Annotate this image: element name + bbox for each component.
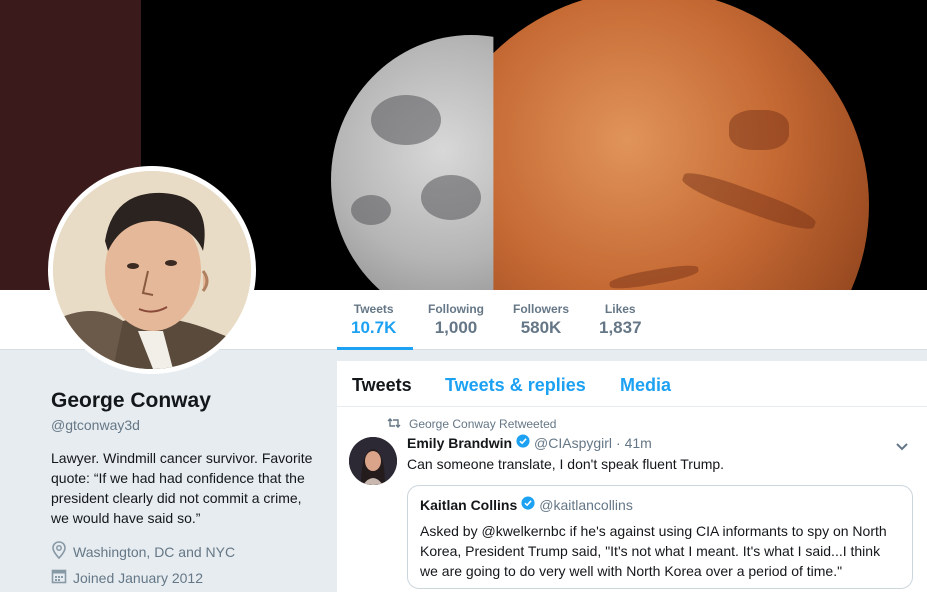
profile-bio: Lawyer. Windmill cancer survivor. Favori…	[51, 450, 313, 526]
timeline-panel: Tweets Tweets & replies Media George Con…	[337, 361, 927, 592]
profile-joined-row: Joined January 2012	[51, 568, 203, 587]
stat-value: 580K	[520, 318, 562, 337]
calendar-icon	[51, 568, 67, 587]
quoted-tweet-text: Asked by @kwelkernbc if he's against usi…	[420, 523, 887, 579]
retweet-icon	[387, 417, 401, 431]
retweet-context: George Conway Retweeted	[387, 417, 556, 431]
quoted-tweet[interactable]: Kaitlan Collins @kaitlancollins Asked by…	[407, 485, 913, 589]
banner-image-moon-mars	[141, 0, 927, 290]
tab-tweets-and-replies[interactable]: Tweets & replies	[445, 375, 586, 396]
stat-label: Followers	[513, 302, 570, 316]
avatar-sketch-image	[53, 171, 251, 369]
profile-location-row: Washington, DC and NYC	[51, 541, 235, 562]
tab-media[interactable]: Media	[620, 375, 671, 396]
tweet-author-avatar[interactable]	[349, 437, 397, 485]
stat-value: 1,837	[599, 318, 642, 337]
stat-label: Tweets	[353, 302, 394, 316]
stat-label: Following	[428, 302, 484, 316]
profile-joined-date: Joined January 2012	[73, 569, 203, 586]
tweet-header: Emily Brandwin @CIAspygirl · 41m	[407, 434, 652, 451]
profile-handle[interactable]: @gtconway3d	[51, 417, 140, 433]
profile-location: Washington, DC and NYC	[73, 543, 236, 560]
tweet-timestamp[interactable]: · 41m	[616, 435, 652, 451]
timeline-tabs: Tweets Tweets & replies Media	[337, 361, 927, 407]
active-stat-underline	[337, 347, 413, 350]
stat-likes[interactable]: Likes 1,837	[599, 302, 642, 338]
stat-value: 10.7K	[351, 318, 397, 337]
tweet-author-handle[interactable]: @CIAspygirl	[534, 435, 612, 451]
stat-label: Likes	[604, 302, 636, 316]
chevron-down-icon[interactable]	[895, 439, 909, 457]
retweet-label[interactable]: George Conway Retweeted	[409, 417, 556, 431]
stat-followers[interactable]: Followers 580K	[513, 302, 569, 338]
tweet-author-name[interactable]: Emily Brandwin	[407, 435, 512, 451]
verified-badge-icon	[521, 496, 535, 513]
mars-image	[429, 0, 869, 290]
profile-name[interactable]: George Conway	[51, 389, 211, 413]
verified-badge-icon	[516, 434, 530, 451]
quoted-tweet-header: Kaitlan Collins @kaitlancollins	[420, 496, 900, 513]
profile-avatar[interactable]	[48, 166, 256, 374]
quoted-author-name: Kaitlan Collins	[420, 496, 518, 513]
stat-following[interactable]: Following 1,000	[428, 302, 484, 338]
quoted-author-handle: @kaitlancollins	[539, 496, 633, 513]
tweet-text: Can someone translate, I don't speak flu…	[407, 456, 725, 472]
stat-value: 1,000	[434, 318, 478, 337]
map-pin-icon	[51, 541, 67, 562]
stat-tweets[interactable]: Tweets 10.7K	[351, 302, 396, 338]
tab-tweets[interactable]: Tweets	[352, 375, 412, 396]
